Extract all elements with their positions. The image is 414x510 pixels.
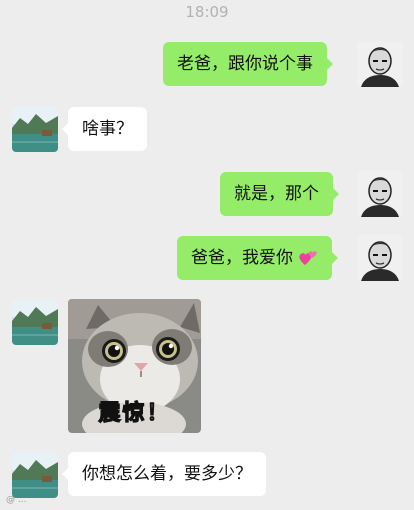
man-portrait-avatar-icon xyxy=(357,41,403,87)
dad-avatar[interactable] xyxy=(12,106,58,152)
my-message-bubble[interactable]: 爸爸，我爱你 xyxy=(177,236,339,280)
message-text: 就是，那个 xyxy=(234,184,319,204)
message-text: 你想怎么着，要多少？ xyxy=(82,464,252,484)
dad-avatar[interactable] xyxy=(12,452,58,498)
lake-landscape-avatar-icon xyxy=(12,106,58,152)
watermark: @ ... xyxy=(6,495,27,505)
man-portrait-avatar-icon xyxy=(357,171,403,217)
sticker-caption: 震惊！ xyxy=(98,400,171,426)
my-avatar[interactable] xyxy=(357,171,403,217)
pink-hearts-icon xyxy=(299,251,318,265)
lake-landscape-avatar-icon xyxy=(12,299,58,345)
my-message-bubble[interactable]: 老爸，跟你说个事 xyxy=(163,42,333,86)
man-portrait-avatar-icon xyxy=(357,235,403,281)
shocked-cat-sticker[interactable]: 震惊！ xyxy=(68,299,201,433)
their-message-bubble[interactable]: 你想怎么着，要多少？ xyxy=(62,452,266,496)
my-message-bubble[interactable]: 就是，那个 xyxy=(220,172,339,216)
message-text: 爸爸，我爱你 xyxy=(191,248,293,268)
message-text: 啥事？ xyxy=(82,119,133,139)
lake-landscape-avatar-icon xyxy=(12,452,58,498)
their-message-bubble[interactable]: 啥事？ xyxy=(62,107,147,151)
dad-avatar[interactable] xyxy=(12,299,58,345)
chat-timestamp: 18:09 xyxy=(185,3,229,21)
message-text: 老爸，跟你说个事 xyxy=(177,54,313,74)
my-avatar[interactable] xyxy=(357,235,403,281)
my-avatar[interactable] xyxy=(357,41,403,87)
